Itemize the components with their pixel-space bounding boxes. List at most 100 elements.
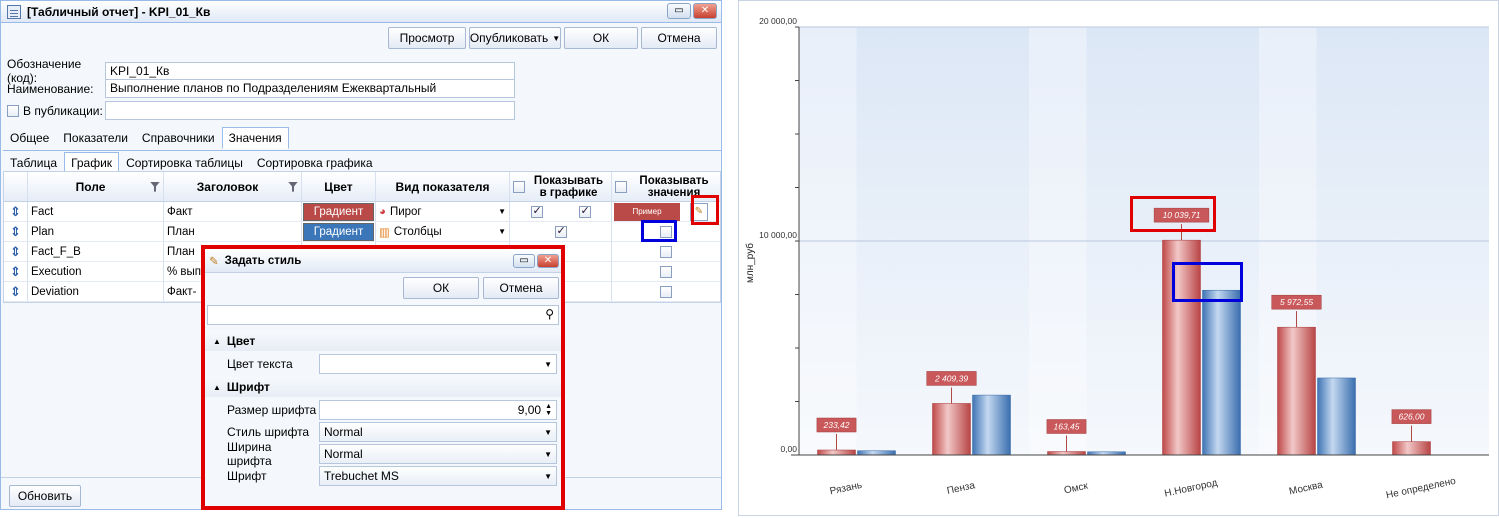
bar-plan <box>972 394 1011 456</box>
view-combo[interactable]: ◕ Пирог ▼ <box>376 202 510 221</box>
tab-general[interactable]: Общее <box>3 127 56 149</box>
chevron-down-icon: ▼ <box>544 427 552 437</box>
pie-chart-icon: ◕ <box>379 205 386 218</box>
show-values-checkbox[interactable] <box>660 285 672 298</box>
tab-indicators[interactable]: Показатели <box>56 127 135 149</box>
dialog-search-input[interactable]: ⚲ <box>207 305 559 325</box>
color-gradient-button[interactable]: Градиент <box>303 202 374 221</box>
y-tick-label: 10 000,00 <box>759 230 797 240</box>
y-axis-label: млн_руб <box>744 243 756 283</box>
section-color[interactable]: ▲ Цвет <box>205 331 561 351</box>
row-field: Fact_F_B <box>28 242 164 261</box>
view-combo[interactable]: ▥ Столбцы ▼ <box>376 222 510 241</box>
filter-icon[interactable] <box>287 181 298 192</box>
font-size-label: Размер шрифта <box>227 403 317 417</box>
set-style-dialog: ✎ Задать стиль ▭ ✕ ОК Отмена ⚲ ▲ Цвет Цве… <box>201 245 565 510</box>
publish-button[interactable]: Опубликовать ▼ <box>469 27 561 49</box>
show-chart-checkbox[interactable] <box>530 204 543 218</box>
collapse-icon: ▲ <box>213 336 221 346</box>
row-field: Deviation <box>28 282 164 301</box>
bar-fact <box>1392 441 1431 456</box>
chevron-down-icon: ▼ <box>498 207 506 216</box>
show-values-checkbox[interactable] <box>660 265 672 278</box>
row-field: Fact <box>28 202 164 221</box>
table-row[interactable]: ⇕ Fact Факт Градиент ◕Пирог▼ Пример✎ <box>4 202 720 222</box>
highlight-value-label <box>1130 196 1216 232</box>
font-style-combo[interactable]: Normal ▼ <box>319 422 557 442</box>
font-weight-label: Ширина шрифта <box>227 440 272 468</box>
preview-button[interactable]: Просмотр <box>388 27 466 49</box>
header-field-label: Поле <box>75 179 106 194</box>
x-tick-label: Пенза <box>946 480 977 497</box>
close-button[interactable]: ✕ <box>693 3 717 19</box>
refresh-button[interactable]: Обновить <box>9 485 81 507</box>
spinner-arrows-icon[interactable]: ▲ ▼ <box>545 403 552 417</box>
text-color-row: Цвет текста ▼ <box>205 353 561 375</box>
dialog-cancel-button[interactable]: Отмена <box>483 277 559 299</box>
text-color-combo[interactable]: ▼ <box>319 354 557 374</box>
toolbar: Просмотр Опубликовать ▼ ОК Отмена <box>388 27 717 49</box>
text-color-label: Цвет текста <box>227 357 293 371</box>
cancel-button[interactable]: Отмена <box>641 27 717 49</box>
data-label: 2 409,39 <box>934 373 968 383</box>
tab-dictionaries[interactable]: Справочники <box>135 127 222 149</box>
x-tick-label: Н.Новгород <box>1164 478 1219 500</box>
publish-checkbox[interactable] <box>7 104 19 117</box>
x-tick-label: Не определено <box>1385 476 1457 502</box>
font-size-row: Размер шрифта 9,00 ▲ ▼ <box>205 399 561 421</box>
bar-fact <box>1047 451 1086 456</box>
publish-label: Опубликовать <box>469 31 549 45</box>
dialog-restore-button[interactable]: ▭ <box>513 253 535 268</box>
row-field: Plan <box>28 222 164 241</box>
drag-handle-icon[interactable]: ⇕ <box>4 262 28 281</box>
font-size-spinner[interactable]: 9,00 ▲ ▼ <box>319 400 557 420</box>
name-input[interactable]: Выполнение планов по Подразделениям Ежек… <box>105 79 515 98</box>
show-values-checkbox[interactable] <box>660 245 672 258</box>
chevron-down-icon: ▼ <box>544 449 552 459</box>
show-chart-all-checkbox[interactable] <box>513 180 525 193</box>
highlight-plan-bar <box>1172 262 1243 302</box>
section-color-label: Цвет <box>226 334 256 348</box>
sample-preview: Пример <box>614 202 680 221</box>
dialog-ok-button[interactable]: ОК <box>403 277 479 299</box>
font-weight-combo[interactable]: Normal ▼ <box>319 444 557 464</box>
dialog-titlebar: ✎ Задать стиль ▭ ✕ <box>205 249 561 273</box>
section-font[interactable]: ▲ Шрифт <box>205 377 561 397</box>
window-title: [Табличный отчет] - KPI_01_Кв <box>27 4 211 19</box>
header-caption-label: Заголовок <box>196 179 259 194</box>
show-chart-checkbox-2[interactable] <box>578 204 591 218</box>
drag-handle-icon[interactable]: ⇕ <box>4 222 28 241</box>
bar-fact <box>932 403 971 456</box>
publish-input[interactable] <box>105 101 515 120</box>
code-input[interactable]: KPI_01_Кв <box>105 61 515 81</box>
x-tick-label: Москва <box>1288 480 1324 498</box>
collapse-icon: ▲ <box>213 382 221 392</box>
show-chart-checkbox[interactable] <box>554 224 567 238</box>
font-weight-value: Normal <box>324 447 363 461</box>
y-tick-label: 20 000,00 <box>759 16 797 26</box>
data-label: 626,00 <box>1399 412 1425 422</box>
color-gradient-button[interactable]: Градиент <box>303 222 374 241</box>
view-value: Столбцы <box>393 225 442 238</box>
table-row[interactable]: ⇕ Plan План Градиент ▥ Столбцы ▼ <box>4 222 720 242</box>
header-show-chart-label: Показывать в графике <box>533 174 604 199</box>
tab-values[interactable]: Значения <box>221 127 289 149</box>
show-values-all-checkbox[interactable] <box>615 180 627 193</box>
bar-chart-icon: ▥ <box>379 226 390 239</box>
restore-button[interactable]: ▭ <box>667 3 691 19</box>
drag-handle-icon[interactable]: ⇕ <box>4 202 28 221</box>
header-show-chart[interactable]: Показывать в графике <box>510 172 612 201</box>
font-combo[interactable]: Trebuchet MS ▼ <box>319 466 557 486</box>
header-view[interactable]: Вид показателя <box>376 172 510 201</box>
bar-fact <box>1277 326 1316 456</box>
drag-handle-icon[interactable]: ⇕ <box>4 242 28 261</box>
header-caption[interactable]: Заголовок <box>164 172 302 201</box>
header-color[interactable]: Цвет <box>302 172 376 201</box>
bar-chart: 233,422 409,39163,4510 039,715 972,55626… <box>744 16 1489 502</box>
drag-handle-icon[interactable]: ⇕ <box>4 282 28 301</box>
filter-icon[interactable] <box>149 181 160 192</box>
ok-button[interactable]: ОК <box>564 27 638 49</box>
header-field[interactable]: Поле <box>28 172 164 201</box>
y-tick-label: 0,00 <box>780 444 797 454</box>
dialog-close-button[interactable]: ✕ <box>537 253 559 268</box>
